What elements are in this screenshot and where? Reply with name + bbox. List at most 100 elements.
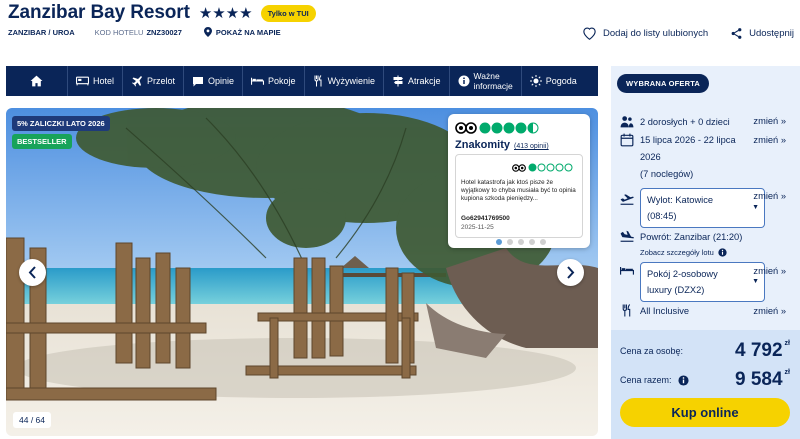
change-departure-link[interactable]: zmień [753, 191, 786, 201]
review-card[interactable]: Znakomity (413 opinii) Hotel katastrofa … [448, 114, 590, 248]
change-room-link[interactable]: zmień [753, 266, 786, 276]
quote-rating-bubbles [528, 163, 573, 172]
tripadvisor-owl-icon [512, 163, 526, 172]
return-text: Powrót: Zanzibar (21:20) [640, 232, 743, 242]
quote-rating [512, 163, 574, 172]
info-icon [718, 248, 727, 257]
carousel-dot[interactable] [507, 239, 513, 245]
caret-down-icon: ▼ [752, 204, 759, 211]
section-nav: Hotel Przelot Opinie Pokoje Wyżywienie A… [6, 66, 598, 96]
caret-down-icon: ▼ [752, 278, 759, 285]
rating-bubble-fill [516, 123, 526, 133]
dates-text: 15 lipca 2026 - 22 lipca 2026 (7 noclegów) [640, 135, 736, 179]
nav-reviews[interactable]: Opinie [184, 66, 244, 96]
carousel-dot[interactable] [540, 239, 546, 245]
price-total-value: 9 584 zł [735, 369, 790, 390]
price-per-person-row: Cena za osobę: 4 792 zł [620, 340, 790, 362]
nav-flight[interactable]: Przelot [123, 66, 185, 96]
hotel-code-label: KOD HOTELU [94, 27, 144, 37]
plane-icon [132, 76, 143, 87]
nav-important-info[interactable]: Ważne informacje [450, 66, 522, 96]
flight-details-link[interactable]: Zobacz szczegóły lotu [640, 248, 727, 257]
flight-details-label: Zobacz szczegóły lotu [640, 248, 714, 257]
hotel-stars: ★★★★ [198, 5, 253, 22]
board-text: All Inclusive [640, 306, 690, 316]
hotel-title-row: Zanzibar Bay Resort ★★★★ Tylko w TUI [8, 2, 316, 24]
nav-weather[interactable]: Pogoda [522, 66, 585, 96]
change-dates-link[interactable]: zmień [753, 135, 786, 145]
exclusive-badge: Tylko w TUI [260, 4, 316, 22]
quote-author: Go62941769500 [461, 215, 510, 222]
change-travellers-link[interactable]: zmień [753, 116, 786, 126]
show-map-label: POKAŻ NA MAPIE [215, 27, 281, 37]
gallery-next-button[interactable] [557, 259, 584, 286]
gallery-prev-button[interactable] [19, 259, 46, 286]
add-to-favorites-label: Dodaj do listy ulubionych [603, 27, 709, 39]
rating-bubble-fill [480, 123, 490, 133]
quote-text: Hotel katastrofa jak ktoś pisze że wyjąt… [461, 179, 576, 202]
buy-online-button[interactable]: Kup online [620, 398, 790, 427]
room-icon [251, 77, 265, 85]
nav-important-info-label: Ważne informacje [473, 71, 513, 91]
rating-bubble [546, 163, 555, 172]
cutlery-icon [622, 304, 631, 317]
nav-attractions[interactable]: Atrakcje [384, 66, 450, 96]
info-icon[interactable] [677, 374, 689, 386]
nav-hotel-label: Hotel [93, 76, 115, 86]
price-total-row: Cena razem: 9 584 zł [620, 369, 790, 391]
promo-badge: 5% ZALICZKI LATO 2026 [12, 116, 110, 131]
share-icon [731, 27, 742, 39]
nav-board-label: Wyżywienie [327, 76, 376, 86]
carousel-dot[interactable] [496, 239, 502, 245]
dates-row: 15 lipca 2026 - 22 lipca 2026 (7 noclegów) [620, 132, 736, 183]
hotel-name: Zanzibar Bay Resort [8, 2, 190, 23]
show-map-link[interactable]: POKAŻ NA MAPIE [203, 27, 281, 37]
map-pin-icon [203, 27, 212, 37]
departure-row: Wylot: Katowice (08:45) ▼ [620, 188, 765, 228]
rating-bubble [564, 163, 573, 172]
quote-date: 2025-11-25 [461, 224, 494, 231]
review-count-link[interactable]: (413 opinii) [514, 143, 549, 150]
price-per-person-label: Cena za osobę: [620, 346, 684, 356]
home-icon [30, 75, 43, 87]
board-row: All Inclusive [620, 303, 689, 320]
room-select[interactable]: Pokój 2-osobowy luxury (DZX2) ▼ [640, 262, 765, 302]
selected-offer-panel: WYBRANA OFERTA 2 dorosłych + 0 dzieci zm… [611, 66, 800, 439]
price-per-person-value: 4 792 zł [735, 340, 790, 361]
chevron-left-icon [28, 266, 36, 279]
nav-home[interactable] [6, 66, 68, 96]
rating-bubble-fill [492, 123, 502, 133]
rating-bubbles [479, 122, 539, 134]
signpost-icon [393, 75, 404, 87]
rating-bubble-fill [504, 123, 514, 133]
rating-bubble-half [528, 123, 533, 133]
nav-hotel[interactable]: Hotel [68, 66, 124, 96]
change-board-link[interactable]: zmień [753, 306, 786, 316]
carousel-dot[interactable] [518, 239, 524, 245]
nav-reviews-label: Opinie [208, 76, 235, 86]
return-row: Powrót: Zanzibar (21:20) [620, 229, 742, 246]
nav-board[interactable]: Wyżywienie [305, 66, 385, 96]
cutlery-icon [314, 75, 322, 87]
plane-arrival-icon [620, 230, 634, 242]
plane-departure-icon [620, 194, 634, 205]
header-actions: Dodaj do listy ulubionych Udostępnij [560, 26, 794, 40]
price-total-label-group: Cena razem: [620, 374, 689, 386]
nav-rooms[interactable]: Pokoje [243, 66, 305, 96]
nav-rooms-label: Pokoje [268, 76, 296, 86]
carousel-dot[interactable] [529, 239, 535, 245]
chevron-right-icon [567, 266, 575, 279]
add-to-favorites-button[interactable]: Dodaj do listy ulubionych [582, 26, 708, 40]
selected-offer-tag: WYBRANA OFERTA [617, 74, 710, 93]
bed-icon [76, 76, 89, 86]
share-button[interactable]: Udostępnij [730, 27, 794, 40]
rating-bubble-fill [529, 164, 536, 171]
price-total-label: Cena razem: [620, 375, 672, 385]
departure-select[interactable]: Wylot: Katowice (08:45) ▼ [640, 188, 765, 228]
rating-summary: Znakomity (413 opinii) [455, 139, 549, 151]
calendar-icon [620, 133, 634, 147]
rating-bubble [537, 163, 546, 172]
bestseller-badge: BESTSELLER [12, 134, 72, 149]
review-quote: Hotel katastrofa jak ktoś pisze że wyjąt… [455, 154, 583, 238]
rating-title: Znakomity [455, 139, 511, 151]
